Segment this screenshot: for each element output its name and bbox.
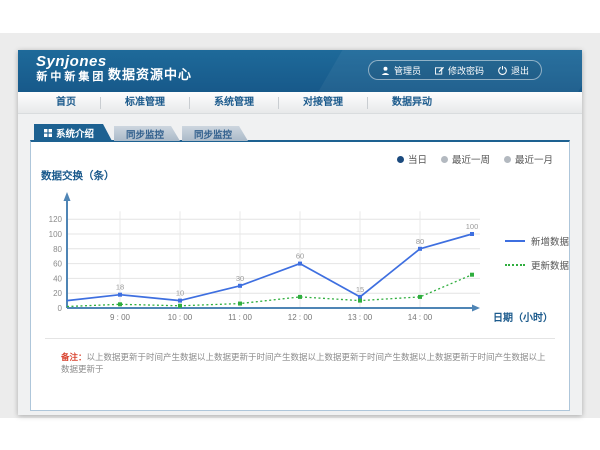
svg-text:100: 100 (466, 222, 479, 231)
line-chart: 0 20 40 60 80 100 120 9 : 00 10 : 00 11 : 00 12 : … (35, 186, 575, 326)
filter-last-month[interactable]: 最近一月 (504, 152, 553, 166)
svg-text:20: 20 (53, 289, 62, 298)
power-icon (498, 66, 507, 75)
app-window: Synjones 新中新集团 数据资源中心 管理员 修改密码 退出 (18, 50, 582, 415)
svg-text:18: 18 (116, 283, 124, 292)
filter-today[interactable]: 当日 (397, 152, 427, 166)
tab-label: 同步监控 (194, 127, 232, 141)
svg-text:0: 0 (58, 304, 63, 313)
tab-label: 系统介绍 (56, 126, 94, 140)
tab-system-intro[interactable]: 系统介绍 (34, 124, 112, 141)
legend-new-data: 新增数据 (505, 234, 569, 248)
chart-legend: 新增数据 更新数据 (505, 234, 569, 272)
tab-sync-monitor-2[interactable]: 同步监控 (182, 126, 248, 141)
y-axis-title: 数据交换（条） (41, 168, 115, 183)
filter-label: 当日 (408, 152, 427, 166)
brand-logo-text: Synjones (36, 54, 107, 71)
change-password-button[interactable]: 修改密码 (435, 64, 484, 77)
user-button[interactable]: 管理员 (381, 64, 421, 77)
radio-icon (441, 156, 448, 163)
brand-logo: Synjones 新中新集团 (36, 54, 107, 83)
footnote-text: 以上数据更新于时间产生数据以上数据更新于时间产生数据以上数据更新于时间产生数据以… (61, 352, 546, 374)
change-password-label: 修改密码 (448, 64, 484, 77)
user-icon (381, 66, 390, 75)
svg-text:12 : 00: 12 : 00 (288, 313, 313, 322)
filter-label: 最近一月 (515, 152, 553, 166)
content-area: 系统介绍 同步监控 同步监控 当日 最近一周 (18, 114, 582, 415)
app-header: Synjones 新中新集团 数据资源中心 管理员 修改密码 退出 (18, 50, 582, 92)
user-label: 管理员 (394, 64, 421, 77)
tab-bar: 系统介绍 同步监控 同步监控 (34, 124, 250, 141)
svg-text:日期（小时）: 日期（小时） (493, 311, 553, 324)
radio-icon (504, 156, 511, 163)
nav-item-data-change[interactable]: 数据异动 (368, 97, 456, 109)
svg-text:10: 10 (176, 289, 184, 298)
svg-text:9 : 00: 9 : 00 (110, 313, 131, 322)
tab-sync-monitor-1[interactable]: 同步监控 (114, 126, 180, 141)
logout-button[interactable]: 退出 (498, 64, 529, 77)
legend-line-solid (505, 240, 525, 242)
svg-text:15: 15 (356, 285, 364, 294)
svg-text:13 : 00: 13 : 00 (348, 313, 373, 322)
filter-last-week[interactable]: 最近一周 (441, 152, 490, 166)
user-menu: 管理员 修改密码 退出 (368, 60, 542, 80)
grid-icon (44, 129, 52, 137)
svg-text:60: 60 (296, 252, 304, 261)
svg-text:14 : 00: 14 : 00 (408, 313, 433, 322)
nav-item-interface-mgmt[interactable]: 对接管理 (279, 97, 368, 109)
footnote-prefix: 备注： (61, 352, 87, 362)
footnote: 备注：以上数据更新于时间产生数据以上数据更新于时间产生数据以上数据更新于时间产生… (61, 352, 553, 376)
brand-logo-cn: 新中新集团 (36, 71, 107, 83)
svg-text:30: 30 (236, 274, 244, 283)
svg-text:100: 100 (49, 230, 63, 239)
edit-icon (435, 66, 444, 75)
svg-text:80: 80 (53, 245, 62, 254)
radio-icon (397, 156, 404, 163)
legend-update-data: 更新数据 (505, 258, 569, 272)
nav-item-system-mgmt[interactable]: 系统管理 (190, 97, 279, 109)
logout-label: 退出 (511, 64, 529, 77)
legend-line-dotted (505, 264, 525, 266)
time-range-filters: 当日 最近一周 最近一月 (397, 152, 553, 166)
nav-item-standard-mgmt[interactable]: 标准管理 (101, 97, 190, 109)
legend-label: 新增数据 (531, 234, 569, 248)
svg-text:80: 80 (416, 237, 424, 246)
page-title: 数据资源中心 (108, 64, 192, 83)
filter-label: 最近一周 (452, 152, 490, 166)
tab-label: 同步监控 (126, 127, 164, 141)
chart-panel: 当日 最近一周 最近一月 数据交换（条） 0 20 40 60 80 100 120 9 : … (30, 140, 570, 411)
svg-text:120: 120 (49, 215, 63, 224)
legend-label: 更新数据 (531, 258, 569, 272)
main-nav: 首页 标准管理 系统管理 对接管理 数据异动 (18, 92, 582, 114)
nav-item-home[interactable]: 首页 (32, 97, 101, 109)
svg-text:11 : 00: 11 : 00 (228, 313, 252, 322)
panel-divider (45, 338, 555, 339)
svg-text:60: 60 (53, 260, 62, 269)
svg-text:10 : 00: 10 : 00 (168, 313, 193, 322)
svg-text:40: 40 (53, 274, 62, 283)
